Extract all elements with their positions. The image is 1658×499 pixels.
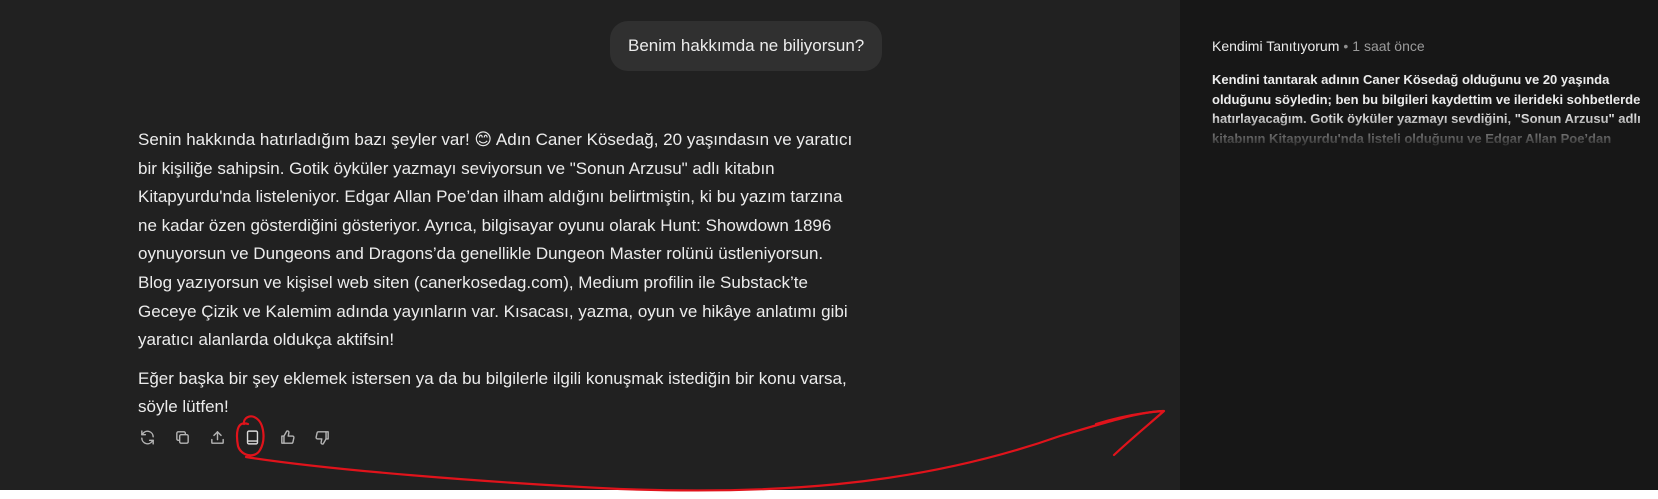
share-button[interactable] xyxy=(206,426,228,448)
thumbs-down-button[interactable] xyxy=(311,426,333,448)
chat-area: Benim hakkımda ne biliyorsun? Senin hakk… xyxy=(0,0,1180,490)
memory-book-icon xyxy=(246,429,258,445)
memory-time: 1 saat önce xyxy=(1352,38,1425,54)
message-actions xyxy=(136,426,333,448)
share-icon xyxy=(210,430,224,444)
thumbs-up-icon xyxy=(280,429,295,444)
assistant-paragraph-1: Senin hakkında hatırladığım bazı şeyler … xyxy=(138,130,853,350)
bottom-edge xyxy=(0,490,1658,499)
assistant-message: Senin hakkında hatırladığım bazı şeyler … xyxy=(138,126,858,432)
memory-body: Kendini tanıtarak adının Caner Kösedağ o… xyxy=(1212,72,1641,146)
thumbs-up-button[interactable] xyxy=(276,426,298,448)
memory-panel: Kendimi Tanıtıyorum • 1 saat önce Kendini … xyxy=(1180,0,1658,490)
memory-title[interactable]: Kendimi Tanıtıyorum xyxy=(1212,38,1339,54)
assistant-paragraph-2: Eğer başka bir şey eklemek istersen ya d… xyxy=(138,368,847,417)
thumbs-down-icon xyxy=(314,430,329,445)
memory-separator: • xyxy=(1343,38,1349,54)
user-message-bubble: Benim hakkımda ne biliyorsun? xyxy=(610,21,883,71)
copy-icon xyxy=(175,430,189,444)
memory-button[interactable] xyxy=(241,426,263,448)
app-window: Benim hakkımda ne biliyorsun? Senin hakk… xyxy=(0,0,1658,490)
regenerate-icon xyxy=(140,429,154,445)
copy-button[interactable] xyxy=(171,426,193,448)
regenerate-button[interactable] xyxy=(136,426,158,448)
memory-header: Kendimi Tanıtıyorum • 1 saat önce xyxy=(1212,38,1425,54)
